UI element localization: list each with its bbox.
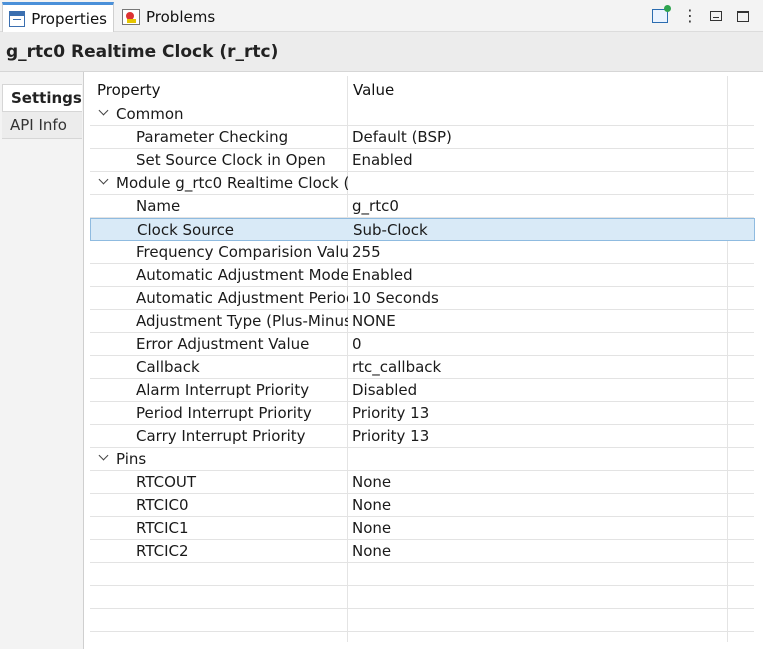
property-value[interactable]: g_rtc0	[352, 197, 399, 215]
property-name: Automatic Adjustment Period	[136, 289, 348, 307]
table-row[interactable]: Carry Interrupt Priority Priority 13	[90, 425, 754, 448]
property-value[interactable]: Disabled	[352, 381, 417, 399]
property-value[interactable]: 255	[352, 243, 381, 261]
table-row[interactable]: Clock Source Sub-Clock	[90, 218, 755, 241]
tab-problems[interactable]: Problems	[116, 2, 226, 32]
maximize-icon	[737, 10, 749, 22]
property-value[interactable]: Enabled	[352, 266, 413, 284]
table-row[interactable]: RTCIC0 None	[90, 494, 754, 517]
table-row[interactable]: Automatic Adjustment Mode Enabled	[90, 264, 754, 287]
property-name: Pins	[116, 450, 147, 468]
property-name: Automatic Adjustment Mode	[136, 266, 348, 284]
pin-editor-button[interactable]	[650, 5, 671, 26]
view-tab-bar: Properties Problems ⋮	[0, 0, 763, 32]
chevron-down-icon[interactable]	[98, 452, 110, 464]
table-row[interactable]: RTCOUT None	[90, 471, 754, 494]
table-row[interactable]: RTCIC1 None	[90, 517, 754, 540]
property-value[interactable]: 0	[352, 335, 362, 353]
property-name: RTCOUT	[136, 473, 197, 491]
side-tab-settings[interactable]: Settings	[2, 84, 82, 112]
property-name: RTCIC1	[136, 519, 189, 537]
view-menu-button[interactable]: ⋮	[680, 6, 700, 26]
table-row[interactable]: Set Source Clock in Open Enabled	[90, 149, 754, 172]
table-row[interactable]: RTCIC2 None	[90, 540, 754, 563]
table-empty-row	[90, 632, 754, 649]
property-name: Alarm Interrupt Priority	[136, 381, 310, 399]
property-value[interactable]: rtc_callback	[352, 358, 441, 376]
properties-title-bar: g_rtc0 Realtime Clock (r_rtc)	[0, 32, 763, 72]
property-value[interactable]: Priority 13	[352, 427, 429, 445]
chevron-down-icon[interactable]	[98, 107, 110, 119]
property-name: Clock Source	[137, 221, 235, 239]
property-name: Parameter Checking	[136, 128, 289, 146]
table-group-row[interactable]: Pins	[90, 448, 754, 471]
table-row[interactable]: Period Interrupt Priority Priority 13	[90, 402, 754, 425]
table-group-row[interactable]: Module g_rtc0 Realtime Clock (r_rtc)	[90, 172, 754, 195]
table-row[interactable]: Adjustment Type (Plus-Minus) NONE	[90, 310, 754, 333]
table-header: Property Value	[86, 76, 763, 103]
property-name: Name	[136, 197, 181, 215]
property-value[interactable]: Priority 13	[352, 404, 429, 422]
maximize-button[interactable]	[733, 6, 753, 26]
property-name: Period Interrupt Priority	[136, 404, 312, 422]
property-name: Frequency Comparision Value	[136, 243, 348, 261]
property-name: Module g_rtc0 Realtime Clock (r_rtc)	[116, 174, 348, 192]
property-value[interactable]: 10 Seconds	[352, 289, 439, 307]
column-header-value[interactable]: Value	[353, 81, 394, 99]
property-value[interactable]: None	[352, 519, 391, 537]
property-value[interactable]: Sub-Clock	[353, 221, 428, 239]
table-empty-row	[90, 609, 754, 632]
table-row[interactable]: Automatic Adjustment Period 10 Seconds	[90, 287, 754, 310]
minimize-icon	[710, 11, 722, 21]
table-row[interactable]: Frequency Comparision Value 255	[90, 241, 754, 264]
side-tab-api-info[interactable]: API Info	[2, 112, 82, 139]
table-empty-row	[90, 586, 754, 609]
tab-properties-label: Properties	[31, 9, 107, 28]
chevron-down-icon[interactable]	[98, 176, 110, 188]
column-header-property[interactable]: Property	[97, 81, 160, 99]
tab-properties[interactable]: Properties	[2, 2, 114, 32]
property-name: RTCIC2	[136, 542, 189, 560]
property-name: Common	[116, 105, 184, 123]
table-empty-row	[90, 563, 754, 586]
property-value[interactable]: NONE	[352, 312, 396, 330]
pin-editor-icon	[652, 5, 671, 23]
property-value[interactable]: None	[352, 473, 391, 491]
property-value[interactable]: Enabled	[352, 151, 413, 169]
property-name: Carry Interrupt Priority	[136, 427, 306, 445]
page-title: g_rtc0 Realtime Clock (r_rtc)	[6, 41, 279, 62]
minimize-button[interactable]	[706, 6, 726, 26]
problems-icon	[122, 9, 140, 25]
table-row[interactable]: Name g_rtc0	[90, 195, 754, 218]
property-value[interactable]: Default (BSP)	[352, 128, 452, 146]
property-name: Adjustment Type (Plus-Minus)	[136, 312, 348, 330]
property-value[interactable]: None	[352, 496, 391, 514]
view-menu-icon: ⋮	[682, 6, 698, 25]
table-group-row[interactable]: Common	[90, 103, 754, 126]
table-row[interactable]: Parameter Checking Default (BSP)	[90, 126, 754, 149]
side-tabs: Settings API Info	[0, 72, 84, 649]
tab-problems-label: Problems	[146, 8, 216, 26]
property-name: Callback	[136, 358, 200, 376]
properties-icon	[9, 10, 26, 27]
table-row[interactable]: Callback rtc_callback	[90, 356, 754, 379]
property-value[interactable]: None	[352, 542, 391, 560]
property-name: Error Adjustment Value	[136, 335, 310, 353]
table-row[interactable]: Error Adjustment Value 0	[90, 333, 754, 356]
table-row[interactable]: Alarm Interrupt Priority Disabled	[90, 379, 754, 402]
property-name: RTCIC0	[136, 496, 189, 514]
property-name: Set Source Clock in Open	[136, 151, 326, 169]
